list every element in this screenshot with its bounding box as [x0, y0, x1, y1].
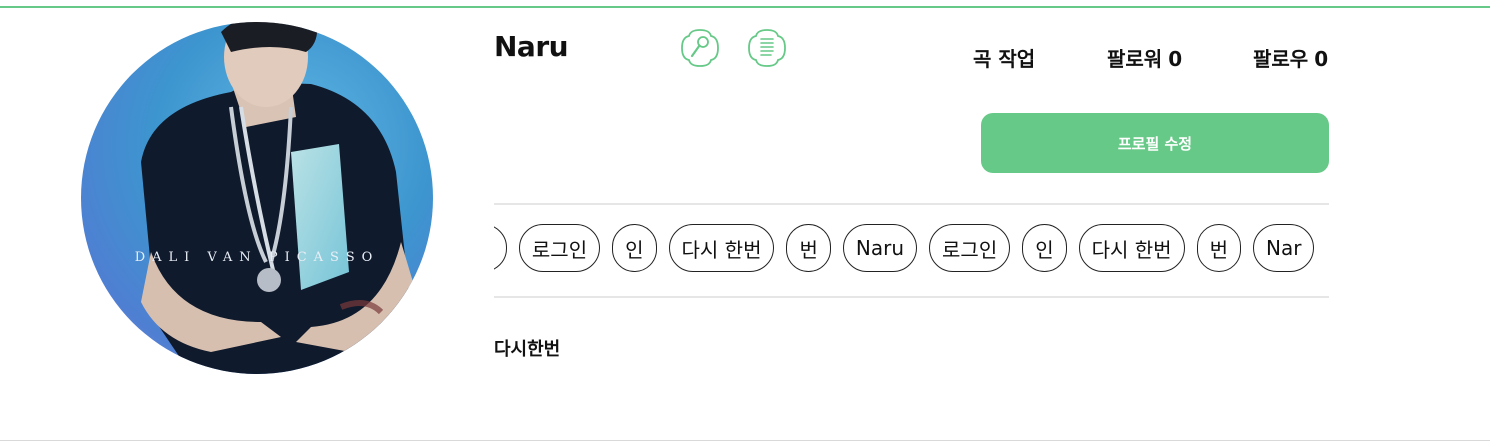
tag-carousel[interactable]: ru 로그인 인 다시 한번 번 Naru 로그인 인 다시 한번 번 Nar [494, 222, 1324, 278]
tag-chip[interactable]: ru [494, 224, 507, 272]
profile-name: Naru [494, 30, 569, 63]
tag-chip[interactable]: 다시 한번 [668, 224, 775, 272]
tag-chip[interactable]: 번 [786, 224, 831, 272]
edit-profile-button[interactable]: 프로필 수정 [981, 113, 1329, 173]
stat-works-label: 곡 작업 [973, 47, 1036, 71]
avatar: DALI VAN PICASSO [81, 22, 433, 374]
stat-works[interactable]: 곡 작업 [973, 43, 1035, 72]
bottom-border [0, 440, 1490, 441]
stat-followers-count: 0 [1168, 47, 1183, 71]
tag-chip[interactable]: 번 [1196, 224, 1241, 272]
stat-following-label: 팔로우 [1253, 47, 1309, 71]
tag-chip[interactable]: 인 [612, 224, 657, 272]
tag-chip[interactable]: 로그인 [518, 224, 601, 272]
tag-chip[interactable]: 로그인 [929, 224, 1011, 272]
section-title: 다시한번 [494, 339, 561, 360]
top-accent-line [0, 6, 1490, 8]
lyrics-note-icon[interactable] [747, 28, 787, 68]
tag-chip[interactable]: Naru [842, 224, 918, 272]
stat-following-count: 0 [1314, 47, 1329, 71]
tag-chip[interactable]: Nar [1253, 224, 1315, 272]
tag-chip[interactable]: 인 [1022, 224, 1067, 272]
microphone-icon[interactable] [680, 28, 720, 68]
avatar-image [141, 22, 416, 374]
stat-following[interactable]: 팔로우 0 [1253, 43, 1328, 72]
stat-followers[interactable]: 팔로워 0 [1107, 43, 1182, 72]
tag-chip[interactable]: 다시 한번 [1078, 224, 1185, 272]
avatar-caption: DALI VAN PICASSO [134, 250, 380, 265]
divider-top [494, 203, 1329, 205]
tag-track: ru 로그인 인 다시 한번 번 Naru 로그인 인 다시 한번 번 Nar [494, 224, 1315, 272]
stat-followers-label: 팔로워 [1107, 47, 1163, 71]
divider-bottom [494, 296, 1329, 298]
